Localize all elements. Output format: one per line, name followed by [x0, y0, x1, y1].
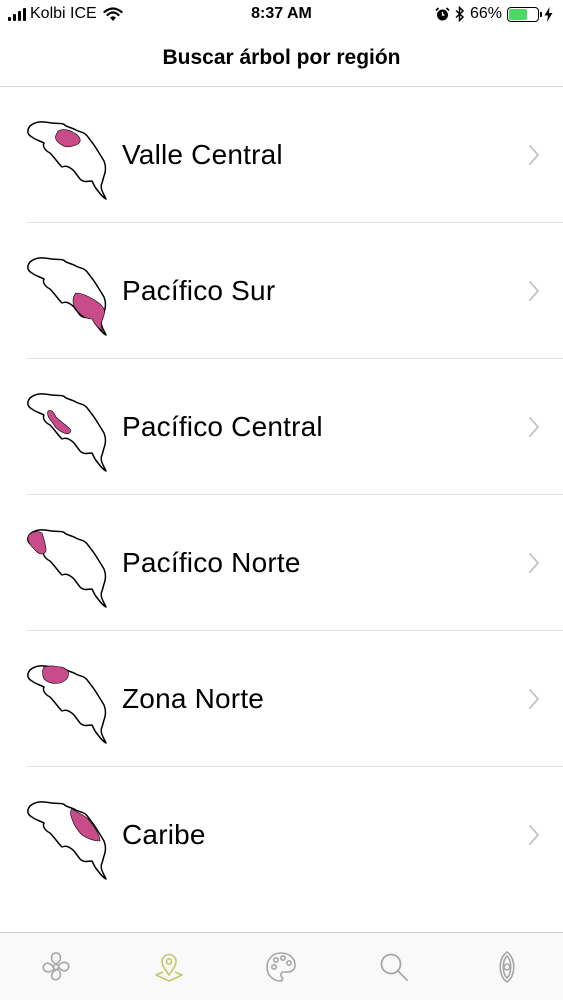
palette-icon: [266, 951, 297, 982]
region-label: Caribe: [122, 819, 206, 850]
costa-rica-map-icon: [27, 257, 107, 336]
alarm-icon: [435, 6, 450, 20]
region-row-pacifico-sur[interactable]: Pacífico Sur: [0, 223, 563, 359]
region-row-zona-norte[interactable]: Zona Norte: [0, 631, 563, 767]
map-pin-icon: [155, 953, 183, 982]
tab-flowers[interactable]: [26, 939, 86, 995]
chevron-right-icon: [529, 145, 539, 165]
region-label: Pacífico Central: [122, 411, 323, 442]
flower-icon: [42, 951, 70, 980]
region-label: Pacífico Norte: [122, 547, 301, 578]
nav-bar: Buscar árbol por región: [0, 30, 563, 87]
screen: Kolbi ICE 8:37 AM 66% Buscar árbol por r…: [0, 0, 563, 1000]
region-list: Valle Central Pacífico Sur Pacífico Centra…: [0, 87, 563, 903]
region-label: Valle Central: [122, 139, 283, 170]
chevron-right-icon: [529, 417, 539, 437]
tab-colors[interactable]: [251, 939, 311, 995]
chevron-right-icon: [529, 553, 539, 573]
region-row-valle-central[interactable]: Valle Central: [0, 87, 563, 223]
bluetooth-icon: [455, 6, 465, 22]
tab-bar: [0, 932, 563, 1000]
status-right: 66%: [435, 5, 553, 23]
tab-regions[interactable]: [139, 939, 199, 995]
battery-percent: 66%: [469, 5, 502, 22]
page-title: Buscar árbol por región: [162, 46, 401, 69]
seed-icon: [499, 950, 515, 983]
battery-fill: [509, 8, 528, 20]
region-row-caribe[interactable]: Caribe: [0, 767, 563, 903]
chevron-right-icon: [529, 689, 539, 709]
tab-search[interactable]: [364, 939, 424, 995]
chevron-right-icon: [529, 281, 539, 301]
costa-rica-map-icon: [27, 121, 107, 200]
chevron-right-icon: [529, 825, 539, 845]
tab-seeds[interactable]: [477, 939, 537, 995]
costa-rica-map-icon: [27, 801, 107, 880]
search-icon: [380, 953, 408, 981]
region-row-pacifico-norte[interactable]: Pacífico Norte: [0, 495, 563, 631]
region-label: Pacífico Sur: [122, 275, 276, 306]
charging-icon: [544, 6, 553, 22]
costa-rica-map-icon: [27, 393, 107, 472]
battery-icon: [507, 6, 542, 22]
region-label: Zona Norte: [122, 683, 265, 714]
status-bar: Kolbi ICE 8:37 AM 66%: [0, 0, 563, 30]
costa-rica-map-icon: [27, 529, 107, 608]
region-row-pacifico-central[interactable]: Pacífico Central: [0, 359, 563, 495]
costa-rica-map-icon: [27, 665, 107, 744]
